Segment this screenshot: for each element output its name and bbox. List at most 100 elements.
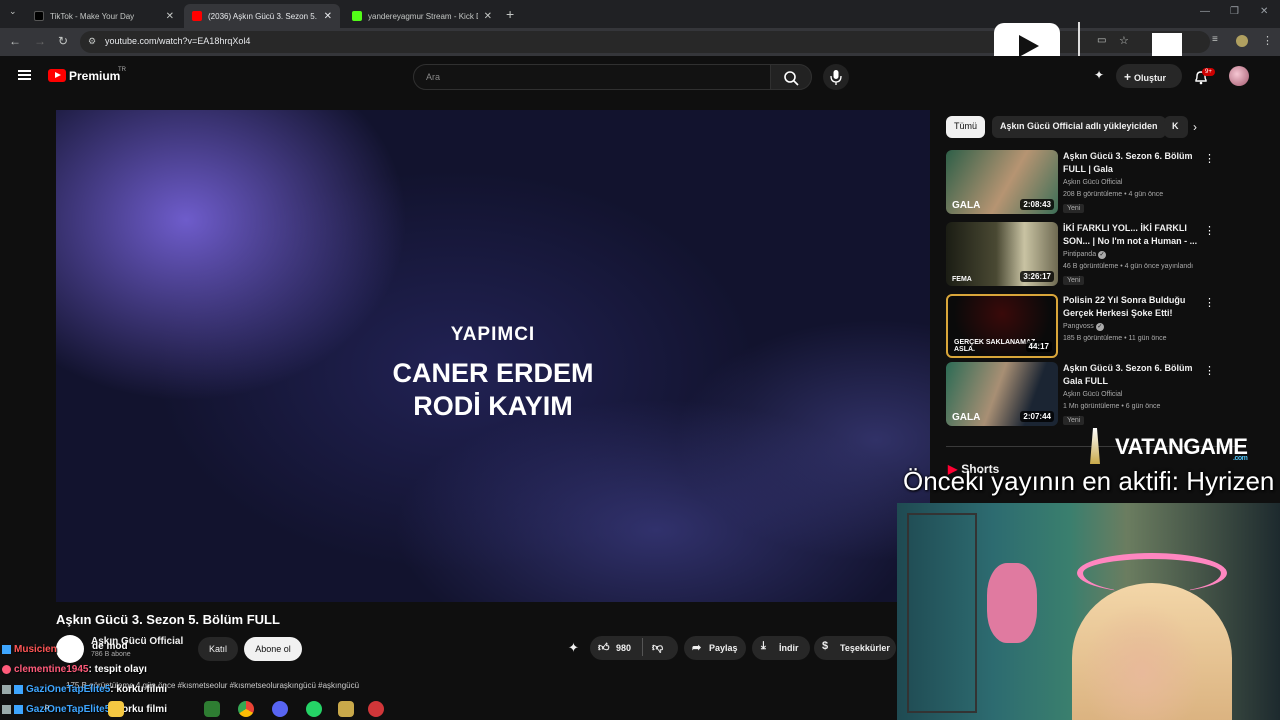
more-options-icon[interactable]: ⋮ bbox=[1204, 296, 1215, 309]
dislike-icon[interactable]: 👎︎ bbox=[652, 641, 663, 654]
chip-more[interactable]: K bbox=[1164, 116, 1188, 138]
maximize-icon[interactable]: ❐ bbox=[1230, 6, 1239, 17]
site-info-icon[interactable]: ⚙ bbox=[88, 36, 96, 47]
back-icon[interactable]: ← bbox=[9, 34, 21, 48]
reload-icon[interactable]: ↻ bbox=[58, 34, 68, 48]
tab-title: (2036) Aşkın Gücü 3. Sezon 5. B bbox=[208, 11, 318, 21]
ai-sparkle-icon[interactable]: ✦ bbox=[568, 640, 579, 656]
video-thumbnail[interactable]: GALA 2:07:44 bbox=[946, 362, 1058, 426]
join-button[interactable]: Katıl bbox=[198, 637, 238, 661]
menu-kebab-icon[interactable]: ⋮ bbox=[1262, 34, 1273, 47]
voice-search-button[interactable] bbox=[823, 64, 849, 90]
rec-meta: 185 B görüntüleme • 11 gün önce bbox=[1063, 335, 1167, 342]
new-tab-plus-icon[interactable]: + bbox=[506, 6, 514, 22]
close-icon[interactable]: ✕ bbox=[166, 11, 174, 22]
chrome-icon[interactable] bbox=[238, 701, 254, 717]
forward-icon[interactable]: → bbox=[34, 34, 46, 48]
chip-channel[interactable]: Aşkın Gücü Official adlı yükleyiciden bbox=[992, 116, 1166, 138]
youtube-logo-icon[interactable] bbox=[48, 69, 66, 82]
account-avatar[interactable] bbox=[1229, 66, 1249, 86]
minimize-icon[interactable]: — bbox=[1200, 6, 1210, 17]
like-count[interactable]: 980 bbox=[616, 643, 631, 653]
chevron-right-icon[interactable]: › bbox=[1193, 120, 1197, 134]
new-badge: Yeni bbox=[1063, 276, 1085, 285]
excel-icon[interactable] bbox=[204, 701, 220, 717]
youtube-logo-text[interactable]: Premium bbox=[69, 69, 120, 83]
search-icon[interactable]: ⌕ bbox=[44, 701, 60, 717]
league-icon[interactable] bbox=[338, 701, 354, 717]
rec-title[interactable]: Aşkın Gücü 3. Sezon 6. Bölüm Gala FULL bbox=[1063, 362, 1213, 388]
video-thumbnail[interactable]: GALA 2:08:43 bbox=[946, 150, 1058, 214]
top-supporter-text: Önceki yayının en aktifi: Hyrizen bbox=[903, 466, 1275, 496]
thanks-label: Teşekkürler bbox=[840, 643, 890, 653]
share-label: Paylaş bbox=[709, 643, 738, 653]
bookmark-star-icon[interactable]: ☆ bbox=[1119, 34, 1129, 47]
discord-icon[interactable] bbox=[272, 701, 288, 717]
browser-tab-bar: ⌄ TikTok - Make Your Day ✕ (2036) Aşkın … bbox=[0, 0, 1280, 28]
rec-meta: 1 Mn görüntüleme • 6 gün önce bbox=[1063, 403, 1161, 410]
search-button[interactable] bbox=[770, 64, 812, 90]
create-button[interactable]: + Oluştur bbox=[1116, 64, 1182, 88]
chat-username: clementine1945 bbox=[14, 664, 89, 675]
like-icon[interactable]: 👍︎ bbox=[598, 641, 610, 654]
tab-list-icon[interactable]: ⌄ bbox=[9, 6, 17, 17]
recommended-video[interactable]: GALA 2:08:43 Aşkın Gücü 3. Sezon 6. Bölü… bbox=[946, 150, 1246, 214]
more-options-icon[interactable]: ⋮ bbox=[1204, 364, 1215, 377]
more-options-icon[interactable]: ⋮ bbox=[1204, 152, 1215, 165]
channel-name-text: Pangvoss bbox=[1063, 323, 1094, 330]
chat-message: GaziOneTapElite5: korku filmi bbox=[2, 684, 167, 695]
chat-text: : tespit olayı bbox=[88, 664, 147, 675]
chat-message: Musicien de mod bbox=[2, 641, 128, 655]
whatsapp-icon[interactable] bbox=[306, 701, 322, 717]
chat-badge-icon bbox=[2, 664, 11, 674]
hamburger-menu-icon[interactable] bbox=[18, 70, 31, 80]
download-label: İndir bbox=[779, 643, 799, 653]
rec-meta: 208 B görüntüleme • 4 gün önce bbox=[1063, 191, 1164, 198]
recommended-video[interactable]: FEMA 3:26:17 İKİ FARKLI YOL... İKİ FARKL… bbox=[946, 222, 1246, 286]
video-duration: 2:07:44 bbox=[1020, 411, 1054, 422]
tab-title: yandereyagmur Stream - Kick D bbox=[368, 11, 478, 21]
screen: ⌄ TikTok - Make Your Day ✕ (2036) Aşkın … bbox=[0, 0, 1280, 720]
rec-channel[interactable]: Aşkın Gücü Official bbox=[1063, 391, 1122, 398]
more-options-icon[interactable]: ⋮ bbox=[1204, 224, 1215, 237]
close-icon[interactable]: ✕ bbox=[484, 11, 492, 22]
taskbar: ⌕ bbox=[40, 697, 400, 720]
verified-icon: ✓ bbox=[1095, 323, 1104, 331]
recommended-video[interactable]: GALA 2:07:44 Aşkın Gücü 3. Sezon 6. Bölü… bbox=[946, 362, 1246, 426]
profile-avatar[interactable] bbox=[1236, 35, 1248, 47]
create-label: Oluştur bbox=[1134, 73, 1167, 83]
file-explorer-icon[interactable] bbox=[108, 701, 124, 717]
rec-title[interactable]: İKİ FARKLI YOL... İKİ FARKLI SON... | No… bbox=[1063, 222, 1213, 248]
chat-badge-icon bbox=[2, 644, 11, 654]
riot-icon[interactable] bbox=[368, 701, 384, 717]
reading-list-icon[interactable]: ≡ bbox=[1212, 34, 1218, 45]
subscribe-button[interactable]: Abone ol bbox=[244, 637, 302, 661]
channel-avatar[interactable] bbox=[56, 635, 84, 663]
tab-tiktok[interactable]: TikTok - Make Your Day ✕ bbox=[26, 4, 182, 28]
chip-all[interactable]: Tümü bbox=[946, 116, 986, 138]
video-thumbnail[interactable]: GERÇEK SAKLANAMAZ... ASLA. 44:17 bbox=[946, 294, 1058, 358]
tab-youtube[interactable]: (2036) Aşkın Gücü 3. Sezon 5. B ✕ bbox=[184, 4, 340, 28]
sponsor-banner: VATANGAME .com bbox=[1115, 434, 1248, 462]
rec-channel[interactable]: Pintipanda ✓ bbox=[1063, 251, 1107, 259]
rec-title[interactable]: Polisin 22 Yıl Sonra Bulduğu Gerçek Herk… bbox=[1063, 294, 1213, 320]
streamer-webcam bbox=[897, 503, 1280, 720]
download-button[interactable]: ⤓ İndir bbox=[752, 636, 810, 660]
rec-title[interactable]: Aşkın Gücü 3. Sezon 6. Bölüm FULL | Gala bbox=[1063, 150, 1213, 176]
tab-kick[interactable]: yandereyagmur Stream - Kick D ✕ bbox=[344, 4, 500, 28]
search-input[interactable]: Ara bbox=[413, 64, 771, 90]
recommended-video[interactable]: GERÇEK SAKLANAMAZ... ASLA. 44:17 Polisin… bbox=[946, 294, 1246, 358]
shorts-gift-icon[interactable]: ✦ bbox=[1094, 68, 1104, 82]
rec-channel[interactable]: Pangvoss ✓ bbox=[1063, 323, 1104, 331]
close-icon[interactable]: ✕ bbox=[324, 11, 332, 22]
window-close-icon[interactable]: ✕ bbox=[1260, 6, 1268, 17]
share-button[interactable]: ➦ Paylaş bbox=[684, 636, 746, 660]
video-player[interactable]: YAPIMCI CANER ERDEM RODİ KAYIM bbox=[56, 110, 930, 602]
cast-icon[interactable]: ▭ bbox=[1097, 35, 1106, 46]
thanks-button[interactable]: $ Teşekkürler bbox=[814, 636, 896, 660]
video-thumbnail[interactable]: FEMA 3:26:17 bbox=[946, 222, 1058, 286]
rec-channel[interactable]: Aşkın Gücü Official bbox=[1063, 179, 1122, 186]
chat-badge-icon bbox=[2, 684, 11, 694]
country-code: TR bbox=[118, 67, 126, 73]
chat-text: : korku filmi bbox=[110, 684, 167, 695]
